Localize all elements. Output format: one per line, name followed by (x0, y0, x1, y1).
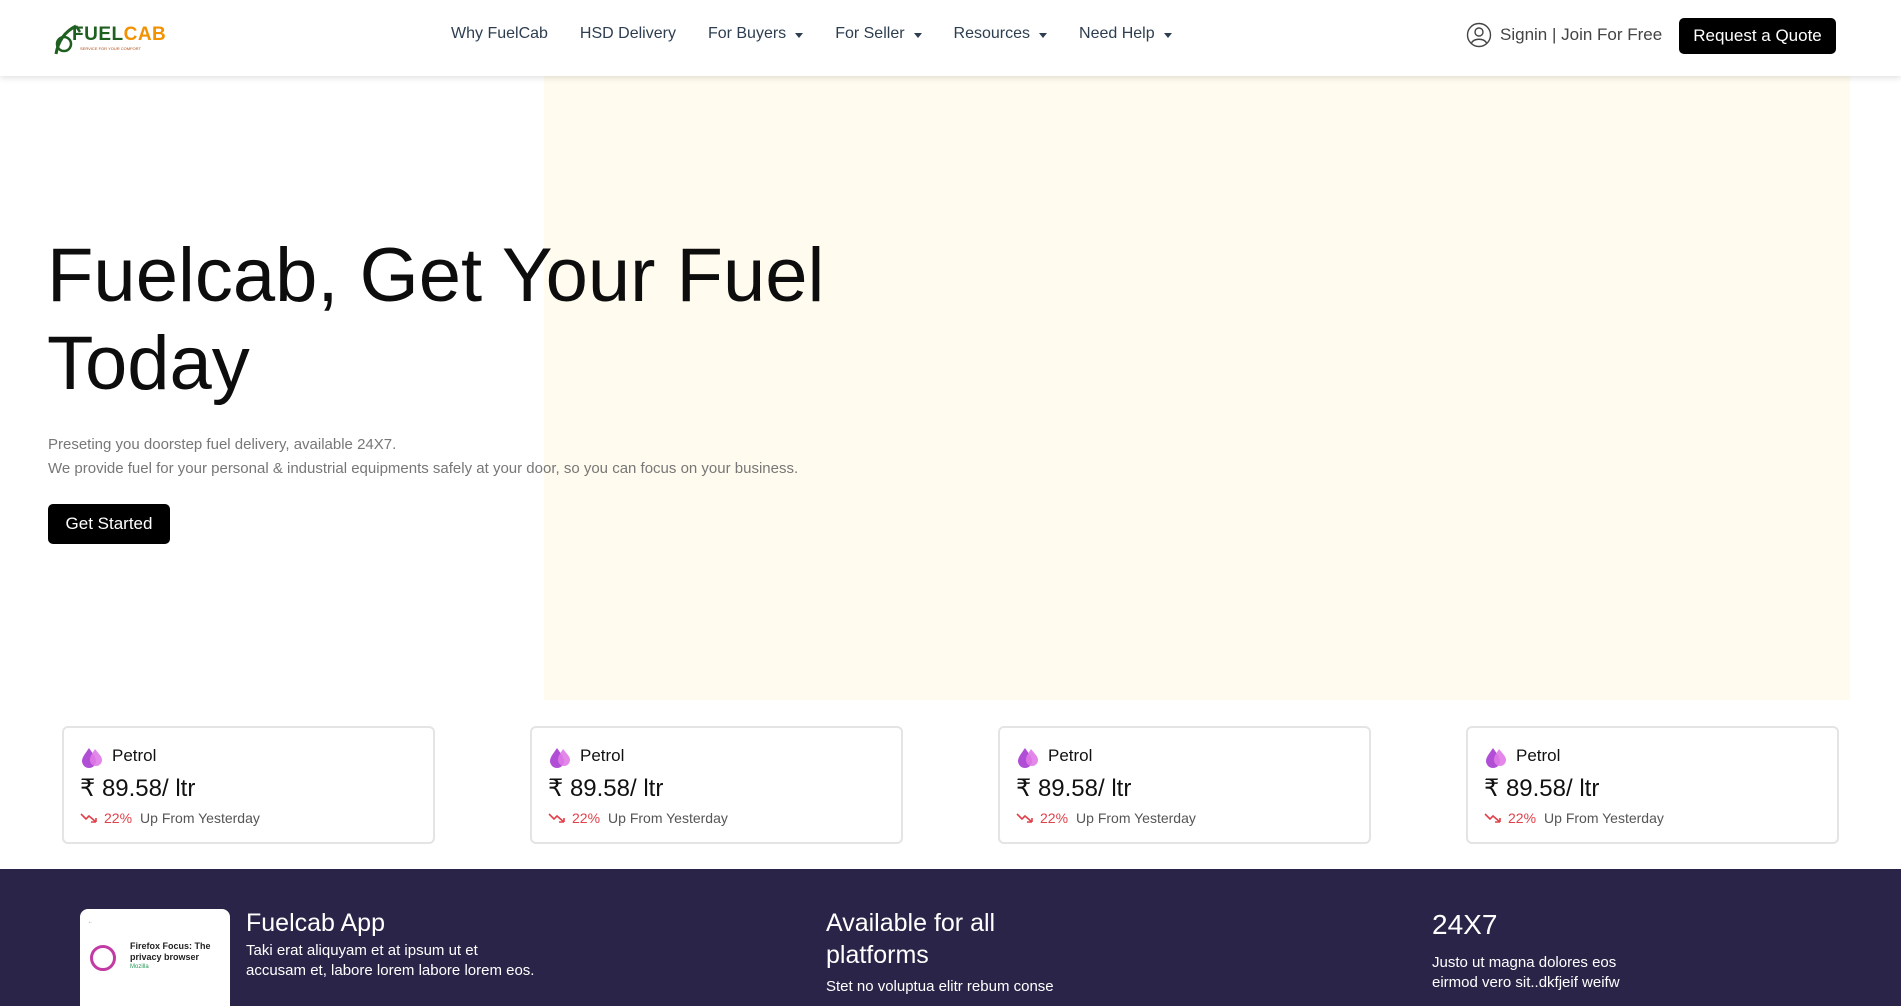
app-title: Fuelcab App (246, 909, 385, 937)
change-text: Up From Yesterday (140, 810, 260, 826)
request-quote-button[interactable]: Request a Quote (1679, 18, 1836, 54)
fuelcab-logo[interactable]: FUELCAB SERVICE FOR YOUR COMFORT (50, 14, 166, 56)
platforms-title: Available for all platforms (826, 909, 996, 969)
always-text: Justo ut magna dolores eos eirmod vero s… (1432, 954, 1620, 991)
hero-subtitle-line1: Preseting you doorstep fuel delivery, av… (48, 436, 397, 453)
price-card: Petrol ₹ 89.58/ ltr 22% Up From Yesterda… (62, 726, 435, 844)
price-card: Petrol ₹ 89.58/ ltr 22% Up From Yesterda… (1466, 726, 1839, 844)
trend-down-icon (548, 813, 565, 823)
hero-subtitle: Preseting you doorstep fuel delivery, av… (48, 433, 948, 481)
change-text: Up From Yesterday (1076, 810, 1196, 826)
phone-status-bar (80, 909, 230, 917)
nav-need-help[interactable]: Need Help (1079, 25, 1172, 43)
app-text: Taki erat aliquyam et at ipsum ut et acc… (246, 942, 535, 979)
change-percent: 22% (104, 810, 133, 826)
fuel-drop-icon (550, 748, 570, 768)
change-text: Up From Yesterday (1544, 810, 1664, 826)
app-screenshot: ← Firefox Focus: The privacy browser Moz… (80, 909, 230, 1006)
price-trend: 22% Up From Yesterday (548, 810, 728, 826)
price-card: Petrol ₹ 89.58/ ltr 22% Up From Yesterda… (530, 726, 903, 844)
fuel-price: ₹ 89.58/ ltr (548, 775, 664, 802)
hero-title-line2: Today (47, 321, 250, 406)
hero-subtitle-line2: We provide fuel for your personal & indu… (48, 460, 799, 477)
phone-app-sub: Mozilla (130, 964, 149, 970)
nav-label: For Seller (835, 25, 905, 42)
nav-label: HSD Delivery (579, 25, 676, 42)
fuel-name: Petrol (1048, 746, 1093, 765)
fuel-price: ₹ 89.58/ ltr (1484, 775, 1600, 802)
nav-label: Resources (953, 25, 1031, 42)
price-card: Petrol ₹ 89.58/ ltr 22% Up From Yesterda… (998, 726, 1371, 844)
fuel-drop-icon (1018, 748, 1038, 768)
nav-label: For Buyers (707, 25, 787, 42)
nav-label: Need Help (1079, 25, 1155, 42)
price-trend: 22% Up From Yesterday (1016, 810, 1196, 826)
hero-title: Fuelcab, Get Your Fuel Today (47, 232, 927, 408)
signin-link[interactable]: Signin | Join For Free (1466, 20, 1662, 50)
nav-resources[interactable]: Resources (953, 25, 1048, 43)
user-circle-icon (1466, 22, 1492, 48)
platforms-text: Stet no voluptua elitr rebum conse (826, 978, 1054, 995)
features-band: ← Firefox Focus: The privacy browser Moz… (0, 869, 1901, 1006)
site-header: FUELCAB SERVICE FOR YOUR COMFORT Why Fue… (0, 0, 1901, 76)
logo-text-accent: CAB (123, 24, 167, 45)
price-trend: 22% Up From Yesterday (80, 810, 260, 826)
fuel-drop-icon (1486, 748, 1506, 768)
change-percent: 22% (572, 810, 601, 826)
main-nav: Why FuelCab HSD Delivery For Buyers For … (451, 0, 1204, 68)
change-text: Up From Yesterday (608, 810, 728, 826)
phone-app-title: Firefox Focus: The privacy browser (130, 941, 211, 962)
fuel-name: Petrol (1516, 746, 1561, 765)
price-trend: 22% Up From Yesterday (1484, 810, 1664, 826)
caret-down-icon (1163, 32, 1172, 38)
fuel-price: ₹ 89.58/ ltr (80, 775, 196, 802)
fuel-name: Petrol (112, 746, 157, 765)
caret-down-icon (795, 32, 804, 38)
back-arrow-icon: ← (88, 919, 93, 925)
get-started-button[interactable]: Get Started (48, 504, 170, 544)
trend-down-icon (80, 813, 97, 823)
caret-down-icon (1039, 32, 1048, 38)
nav-for-seller[interactable]: For Seller (835, 25, 922, 43)
trend-down-icon (1016, 813, 1033, 823)
change-percent: 22% (1040, 810, 1069, 826)
phone-toolbar: ← (80, 917, 230, 927)
caret-down-icon (913, 32, 922, 38)
app-logo-icon (90, 945, 116, 971)
change-percent: 22% (1508, 810, 1537, 826)
fuel-drop-icon (82, 748, 102, 768)
nav-why-fuelcab[interactable]: Why FuelCab (451, 25, 548, 43)
logo-tagline: SERVICE FOR YOUR COMFORT (80, 46, 141, 51)
nav-hsd-delivery[interactable]: HSD Delivery (580, 25, 676, 43)
fuel-price: ₹ 89.58/ ltr (1016, 775, 1132, 802)
nav-for-buyers[interactable]: For Buyers (707, 25, 804, 43)
signin-label: Signin | Join For Free (1500, 25, 1663, 44)
always-title: 24X7 (1432, 909, 1498, 940)
hero-title-line1: Fuelcab, Get Your Fuel (47, 233, 825, 318)
nav-label: Why FuelCab (451, 25, 548, 42)
trend-down-icon (1484, 813, 1501, 823)
logo-text-dark: FUEL (72, 24, 124, 45)
fuel-name: Petrol (580, 746, 625, 765)
